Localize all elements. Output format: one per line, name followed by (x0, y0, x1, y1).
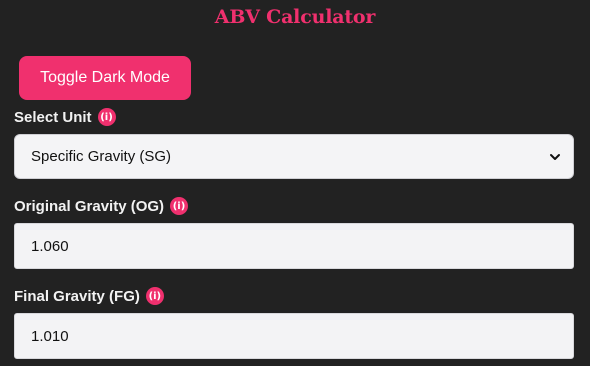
final-gravity-input[interactable] (14, 313, 574, 359)
original-gravity-label-text: Original Gravity (OG) (14, 197, 165, 215)
page-title: ABV Calculator (214, 6, 376, 28)
chevron-down-icon (549, 151, 561, 163)
original-gravity-label: Original Gravity (OG) (i) (14, 197, 189, 215)
final-gravity-label-text: Final Gravity (FG) (14, 287, 140, 305)
unit-select[interactable]: Specific Gravity (SG) (14, 134, 574, 179)
og-info-icon[interactable]: (i) (170, 197, 189, 215)
toggle-dark-mode-button[interactable]: Toggle Dark Mode (19, 56, 191, 100)
original-gravity-input[interactable] (14, 223, 574, 269)
select-unit-label: Select Unit (i) (14, 108, 116, 126)
unit-info-icon[interactable]: (i) (97, 108, 116, 126)
select-unit-label-text: Select Unit (14, 108, 92, 126)
unit-select-value: Specific Gravity (SG) (31, 148, 172, 165)
final-gravity-label: Final Gravity (FG) (i) (14, 287, 164, 305)
fg-info-icon[interactable]: (i) (145, 287, 164, 305)
